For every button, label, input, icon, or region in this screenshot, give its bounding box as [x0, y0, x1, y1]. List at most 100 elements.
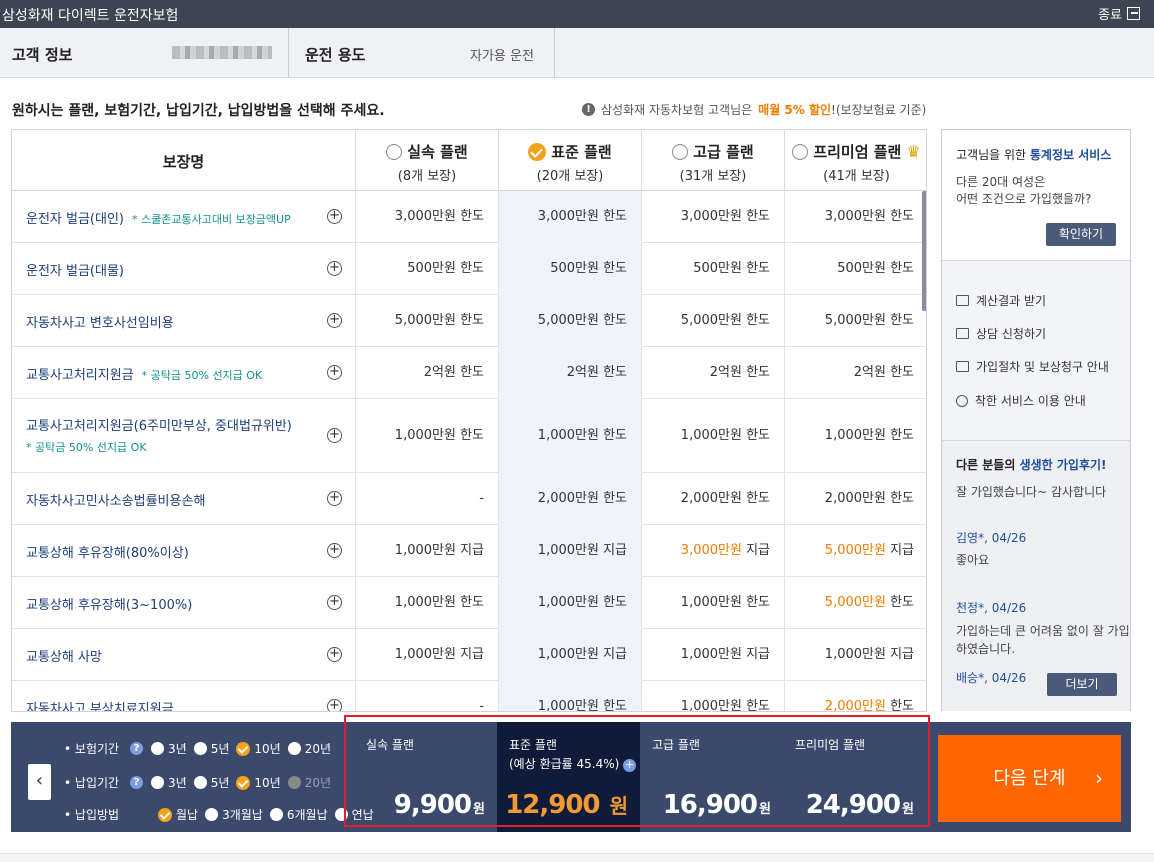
check-icon[interactable] — [158, 807, 172, 822]
mail-icon — [956, 295, 969, 306]
coverage-value-text: 1,000만원 지급 — [537, 543, 627, 558]
plan-header-premium-high[interactable]: 고급 플랜 (31개 보장) — [641, 130, 784, 191]
expand-plus-icon[interactable]: + — [327, 543, 342, 558]
coverage-name[interactable]: 자동차사고민사소송법률비용손해 — [26, 490, 205, 509]
radio-icon[interactable] — [193, 776, 207, 789]
radio-icon[interactable] — [151, 742, 164, 755]
prev-arrow-button[interactable]: ‹ — [28, 764, 51, 800]
menu-service[interactable]: 착한 서비스 이용 안내 — [956, 392, 1086, 409]
coverage-name[interactable]: 교통사고처리지원금(6주미만부상, 중대법규위반) — [26, 415, 292, 434]
check-icon[interactable] — [236, 741, 251, 756]
coverage-name[interactable]: 자동차사고 변호사선임비용 — [26, 312, 174, 331]
menu-guide[interactable]: 가입절차 및 보상청구 안내 — [956, 358, 1109, 375]
coverage-name[interactable]: 교통상해 후유장해(3~100%) — [26, 594, 192, 613]
coverage-value-text: 2억원 한도 — [423, 365, 484, 380]
expand-plus-icon[interactable]: + — [327, 365, 342, 380]
expand-plus-icon[interactable]: + — [327, 491, 342, 506]
review-author[interactable]: 천정*, 04/26 — [956, 599, 1026, 616]
coverage-value: 500만원 한도 — [641, 243, 784, 295]
coverage-name[interactable]: 운전자 벌금(대물) — [26, 260, 124, 279]
more-button[interactable]: 더보기 — [1047, 673, 1117, 696]
plan-count: (41개 보장) — [823, 169, 890, 184]
expand-plus-icon[interactable]: + — [327, 647, 342, 662]
radio-icon[interactable] — [672, 143, 689, 160]
period-option[interactable]: 10년 — [254, 740, 280, 757]
coverage-value: 500만원 한도 — [355, 243, 498, 295]
method-option[interactable]: 6개월납 — [287, 806, 328, 823]
coverage-value: 3,000만원 한도 — [355, 191, 498, 243]
info-bar: 고객 정보 운전 용도 자가용 운전 — [0, 28, 1154, 78]
divider — [288, 28, 289, 78]
expand-plus-icon[interactable]: + — [327, 313, 342, 328]
coverage-value: 500만원 한도 — [498, 243, 641, 295]
close-button[interactable]: 종료 — [1098, 4, 1140, 23]
scrollbar[interactable] — [922, 191, 926, 311]
period-option[interactable]: 5년 — [211, 740, 230, 757]
coverage-value-text: 3,000만원 한도 — [394, 209, 484, 224]
pay-period-option[interactable]: 10년 — [254, 774, 280, 791]
stats-text: 다른 20대 여성은 어떤 조건으로 가입했을까? — [956, 174, 1091, 208]
coverage-name[interactable]: 교통상해 사망 — [26, 646, 102, 665]
next-step-button[interactable]: 다음 단계 › — [938, 735, 1121, 822]
review-author[interactable]: 배승*, 04/26 — [956, 669, 1026, 686]
coverage-value: 2억원 한도 — [498, 347, 641, 399]
table-row: 자동차사고민사소송법률비용손해 + - 2,000만원 한도 2,000만원 한도 2,0… — [12, 473, 926, 525]
period-option[interactable]: 20년 — [305, 740, 331, 757]
expand-plus-icon[interactable]: + — [327, 699, 342, 711]
expand-plus-icon[interactable]: + — [327, 595, 342, 610]
plan-header-basic[interactable]: 실속 플랜 (8개 보장) — [355, 130, 498, 191]
period-option[interactable]: 3년 — [168, 740, 187, 757]
expand-plus-icon[interactable]: + — [327, 209, 342, 224]
confirm-button[interactable]: 확인하기 — [1046, 223, 1116, 246]
coverage-value: 2,000만원 한도 — [498, 473, 641, 525]
pay-period-option[interactable]: 3년 — [168, 774, 187, 791]
notice-suffix: !(보장보험료 기준) — [831, 103, 927, 117]
coverage-name[interactable]: 운전자 벌금(대인) * 스쿨존교통사고대비 보장금액UP — [26, 208, 291, 227]
radio-icon[interactable] — [151, 776, 164, 789]
stats-title: 통계정보 서비스 — [1029, 148, 1112, 162]
plan-header-premium[interactable]: 프리미엄 플랜 ♛ (41개 보장) — [784, 130, 926, 191]
plan-header-standard[interactable]: 표준 플랜 (20개 보장) — [498, 130, 641, 191]
expand-plus-icon[interactable]: + — [327, 261, 342, 276]
check-icon[interactable] — [236, 775, 251, 790]
menu-result[interactable]: 계산결과 받기 — [956, 292, 1046, 309]
table-row: 교통상해 후유장해(3~100%) +1,000만원 한도 1,000만원 한도 1,… — [12, 577, 926, 629]
side-panel: 고객님을 위한 통계정보 서비스 다른 20대 여성은 어떤 조건으로 가입했을까… — [941, 129, 1131, 711]
review-author[interactable]: 김영*, 04/26 — [956, 529, 1026, 546]
check-icon[interactable] — [528, 142, 547, 161]
help-icon[interactable]: ? — [130, 742, 143, 755]
radio-icon[interactable] — [205, 808, 219, 821]
menu-label: 착한 서비스 이용 안내 — [975, 394, 1086, 408]
radio-icon[interactable] — [386, 143, 403, 160]
coverage-value: - — [355, 473, 498, 525]
coverage-value: - — [355, 681, 498, 711]
close-label: 종료 — [1098, 8, 1122, 23]
help-icon[interactable]: ? — [130, 776, 143, 789]
coverage-name-text: 교통사고처리지원금(6주미만부상, 중대법규위반) — [26, 419, 292, 434]
pay-period-label: 납입기간 — [74, 776, 120, 790]
coverage-value-text: 500만원 한도 — [837, 261, 914, 276]
coverage-value-text: - — [479, 491, 484, 506]
radio-icon[interactable] — [269, 808, 283, 821]
table-row: 교통상해 후유장해(80%이상) +1,000만원 지급 1,000만원 지급 3,0… — [12, 525, 926, 577]
radio-icon[interactable] — [792, 143, 809, 160]
radio-icon[interactable] — [193, 742, 207, 755]
coverage-value: 2억원 한도 — [641, 347, 784, 399]
coverage-name[interactable]: 교통사고처리지원금 * 공탁금 50% 선지급 OK — [26, 364, 262, 383]
coverage-name[interactable]: 자동차사고 부상치료지원금 — [26, 698, 174, 711]
stats-text2: 어떤 조건으로 가입했을까? — [956, 192, 1092, 206]
method-option[interactable]: 3개월납 — [222, 806, 263, 823]
coverage-name[interactable]: 교통상해 후유장해(80%이상) — [26, 542, 189, 561]
coverage-note: * 스쿨존교통사고대비 보장금액UP — [132, 213, 291, 226]
coverage-value: 5,000만원 한도 — [498, 295, 641, 347]
menu-consult[interactable]: 상담 신청하기 — [956, 325, 1046, 342]
expand-plus-icon[interactable]: + — [327, 428, 342, 443]
option-period: • 보험기간? 3년 5년 10년 20년 — [64, 740, 334, 757]
period-label: 보험기간 — [74, 742, 120, 756]
coverage-value-text: 5,000만원 한도 — [824, 313, 914, 328]
method-option[interactable]: 월납 — [176, 806, 198, 823]
radio-icon[interactable] — [287, 742, 301, 755]
coverage-value-text: 2,000만원 한도 — [824, 491, 914, 506]
pay-period-option[interactable]: 5년 — [211, 774, 230, 791]
stats-prefix: 고객님을 위한 — [956, 148, 1027, 162]
